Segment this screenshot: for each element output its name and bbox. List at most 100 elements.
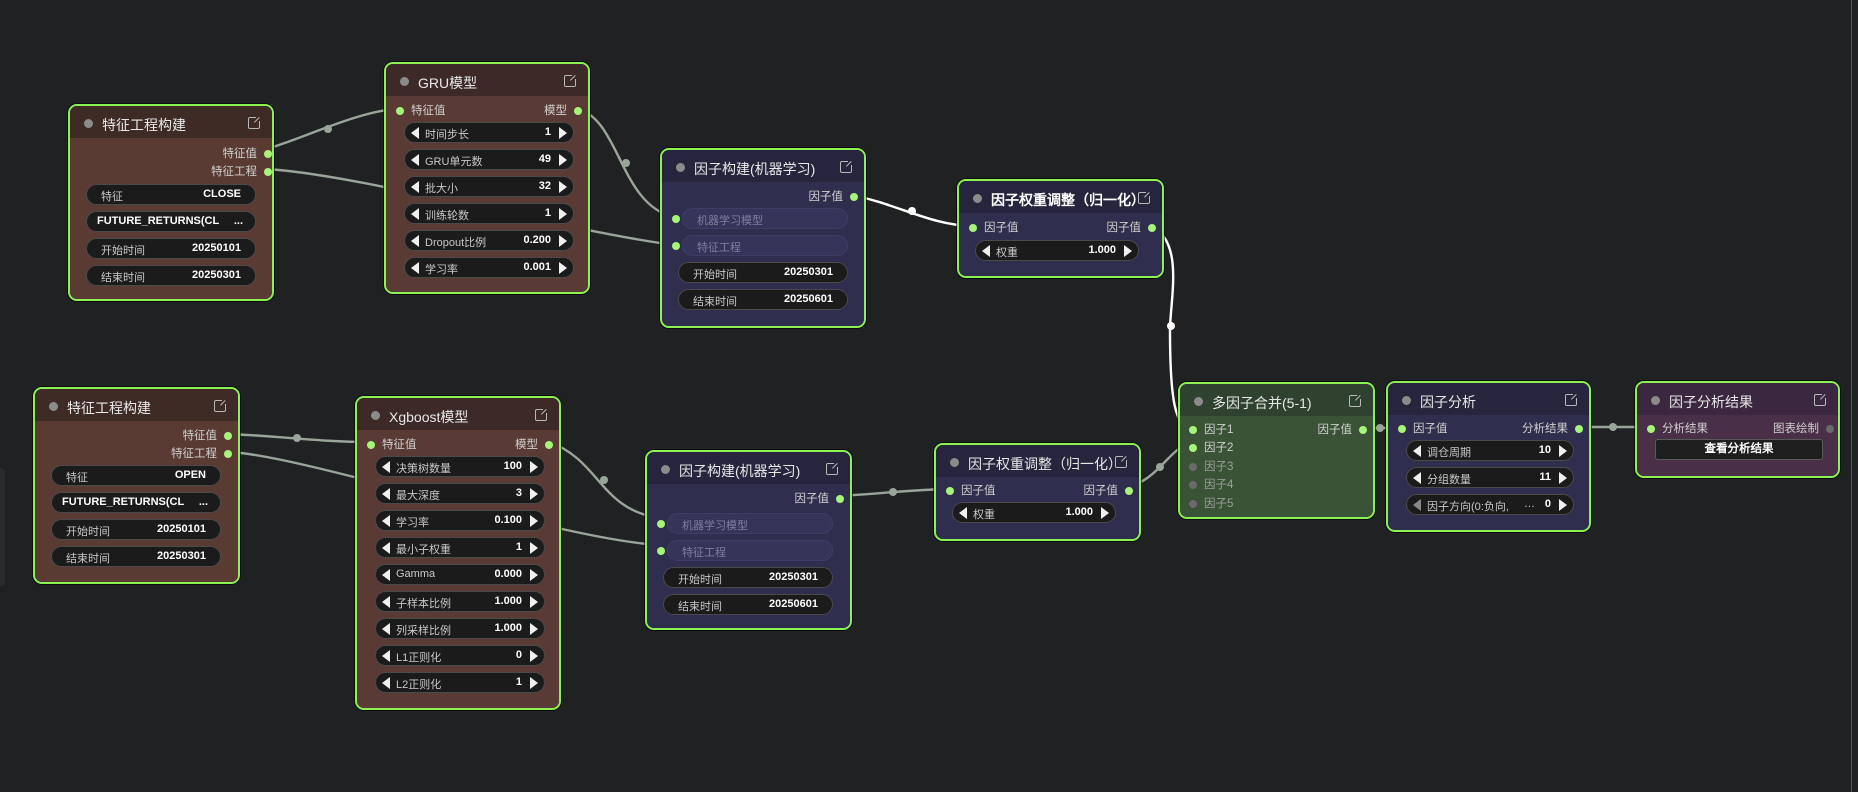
param-number-widget[interactable]: Dropout比例 0.200 <box>404 230 574 251</box>
decrement-arrow-icon[interactable] <box>382 623 390 635</box>
param-number-widget[interactable]: 学习率 0.001 <box>404 257 574 278</box>
input-feature-value[interactable]: 特征值 <box>367 438 417 452</box>
input-slot-dot[interactable] <box>1189 463 1197 471</box>
input-factor-5[interactable]: 因子5 <box>1189 497 1233 511</box>
end-time-field[interactable]: 结束时间 20250301 <box>51 546 221 567</box>
feature-combo[interactable]: 特征 CLOSE <box>86 184 256 205</box>
input-slot-dot[interactable] <box>657 547 665 555</box>
input-slot-dot[interactable] <box>1398 425 1406 433</box>
edit-icon[interactable] <box>1814 393 1827 406</box>
decrement-arrow-icon[interactable] <box>382 542 390 554</box>
input-factor-value[interactable]: 因子值 <box>1398 422 1448 436</box>
decrement-arrow-icon[interactable] <box>411 181 419 193</box>
collapse-dot[interactable] <box>950 458 959 467</box>
collapse-dot[interactable] <box>676 163 685 172</box>
multi-factor-merge-node[interactable]: 多因子合并(5-1) 因子1 因子2 因子3 因子4 因子5 因子值 <box>1178 382 1375 519</box>
decrement-arrow-icon[interactable] <box>1413 472 1421 484</box>
input-factor-1[interactable]: 因子1 <box>1189 423 1233 437</box>
factor-analysis-result-node[interactable]: 因子分析结果 分析结果 图表绘制 查看分析结果 <box>1635 381 1840 478</box>
edit-icon[interactable] <box>564 74 577 87</box>
output-analysis-result[interactable]: 分析结果 <box>1522 422 1583 436</box>
increment-arrow-icon[interactable] <box>559 181 567 193</box>
output-model[interactable]: 模型 <box>544 104 582 118</box>
output-model[interactable]: 模型 <box>515 438 553 452</box>
edit-icon[interactable] <box>1565 393 1578 406</box>
increment-arrow-icon[interactable] <box>1559 499 1567 511</box>
output-slot-dot[interactable] <box>224 450 232 458</box>
decrement-arrow-icon[interactable] <box>411 235 419 247</box>
param-number-widget[interactable]: Gamma 0.000 <box>375 564 545 585</box>
input-slot-dot[interactable] <box>672 242 680 250</box>
param-number-widget[interactable]: 训练轮数 1 <box>404 203 574 224</box>
decrement-arrow-icon[interactable] <box>382 569 390 581</box>
input-slot-dot[interactable] <box>946 487 954 495</box>
input-factor-2[interactable]: 因子2 <box>1189 441 1233 455</box>
output-feature-value[interactable]: 特征值 <box>183 429 232 443</box>
param-number-widget[interactable]: 最大深度 3 <box>375 483 545 504</box>
param-number-widget[interactable]: 时间步长 1 <box>404 122 574 143</box>
increment-arrow-icon[interactable] <box>530 461 538 473</box>
output-slot-dot[interactable] <box>264 150 272 158</box>
increment-arrow-icon[interactable] <box>530 488 538 500</box>
decrement-arrow-icon[interactable] <box>382 461 390 473</box>
output-slot-dot[interactable] <box>836 495 844 503</box>
output-factor-value[interactable]: 因子值 <box>1107 221 1156 235</box>
feature-engineering-node-2[interactable]: 特征工程构建 特征值 特征工程 特征 OPEN FUTURE_RETURNS(CL… <box>33 387 240 584</box>
start-time-field[interactable]: 开始时间 20250301 <box>678 262 848 283</box>
factor-direction-widget[interactable]: 因子方向(0:负向,… 0 <box>1406 494 1574 515</box>
decrement-arrow-icon[interactable] <box>1413 499 1421 511</box>
increment-arrow-icon[interactable] <box>530 677 538 689</box>
start-time-field[interactable]: 开始时间 20250101 <box>51 519 221 540</box>
increment-arrow-icon[interactable] <box>530 623 538 635</box>
increment-arrow-icon[interactable] <box>1559 445 1567 457</box>
decrement-arrow-icon[interactable] <box>411 127 419 139</box>
collapse-dot[interactable] <box>1402 396 1411 405</box>
group-count-widget[interactable]: 分组数量 11 <box>1406 467 1574 488</box>
param-number-widget[interactable]: L1正则化 0 <box>375 645 545 666</box>
increment-arrow-icon[interactable] <box>559 208 567 220</box>
increment-arrow-icon[interactable] <box>1559 472 1567 484</box>
input-slot-dot[interactable] <box>1189 426 1197 434</box>
ml-model-input-field[interactable]: 机器学习模型 <box>682 208 848 229</box>
returns-text-field[interactable]: FUTURE_RETURNS(CL... <box>86 211 256 232</box>
collapse-dot[interactable] <box>1651 396 1660 405</box>
ml-model-input-field[interactable]: 机器学习模型 <box>667 513 833 534</box>
output-factor-value[interactable]: 因子值 <box>1084 484 1133 498</box>
factor-build-ml-node-2[interactable]: 因子构建(机器学习) 因子值 机器学习模型 特征工程 开始时间 20250301 … <box>645 450 852 630</box>
edit-icon[interactable] <box>214 399 227 412</box>
weight-number-widget[interactable]: 权重 1.000 <box>975 240 1139 261</box>
input-slot-dot[interactable] <box>969 224 977 232</box>
returns-text-field[interactable]: FUTURE_RETURNS(CL... <box>51 492 221 513</box>
end-time-field[interactable]: 结束时间 20250301 <box>86 265 256 286</box>
param-number-widget[interactable]: 列采样比例 1.000 <box>375 618 545 639</box>
increment-arrow-icon[interactable] <box>1124 245 1132 257</box>
output-slot-dot[interactable] <box>1575 425 1583 433</box>
factor-analysis-node[interactable]: 因子分析 因子值 分析结果 调仓周期 10 分组数量 11 因子方向(0:负向,… 0 <box>1386 381 1591 532</box>
decrement-arrow-icon[interactable] <box>411 262 419 274</box>
gru-model-node[interactable]: GRU模型 特征值 模型 时间步长 1 GRU单元数 49 批大小 32 训练轮数 1 Drop… <box>384 62 590 294</box>
decrement-arrow-icon[interactable] <box>382 650 390 662</box>
decrement-arrow-icon[interactable] <box>382 515 390 527</box>
output-slot-dot[interactable] <box>1359 426 1367 434</box>
decrement-arrow-icon[interactable] <box>382 596 390 608</box>
decrement-arrow-icon[interactable] <box>411 208 419 220</box>
weight-number-widget[interactable]: 权重 1.000 <box>952 502 1116 523</box>
param-number-widget[interactable]: 学习率 0.100 <box>375 510 545 531</box>
output-factor-value[interactable]: 因子值 <box>809 190 858 204</box>
param-number-widget[interactable]: 最小子权重 1 <box>375 537 545 558</box>
rebalance-period-widget[interactable]: 调仓周期 10 <box>1406 440 1574 461</box>
collapse-dot[interactable] <box>400 77 409 86</box>
feature-combo[interactable]: 特征 OPEN <box>51 465 221 486</box>
increment-arrow-icon[interactable] <box>530 650 538 662</box>
increment-arrow-icon[interactable] <box>559 154 567 166</box>
output-slot-dot[interactable] <box>545 441 553 449</box>
collapse-dot[interactable] <box>1194 397 1203 406</box>
increment-arrow-icon[interactable] <box>559 235 567 247</box>
collapse-dot[interactable] <box>973 194 982 203</box>
output-slot-dot[interactable] <box>1125 487 1133 495</box>
output-slot-dot[interactable] <box>264 168 272 176</box>
increment-arrow-icon[interactable] <box>530 515 538 527</box>
output-slot-dot[interactable] <box>850 193 858 201</box>
edit-icon[interactable] <box>535 408 548 421</box>
param-number-widget[interactable]: L2正则化 1 <box>375 672 545 693</box>
